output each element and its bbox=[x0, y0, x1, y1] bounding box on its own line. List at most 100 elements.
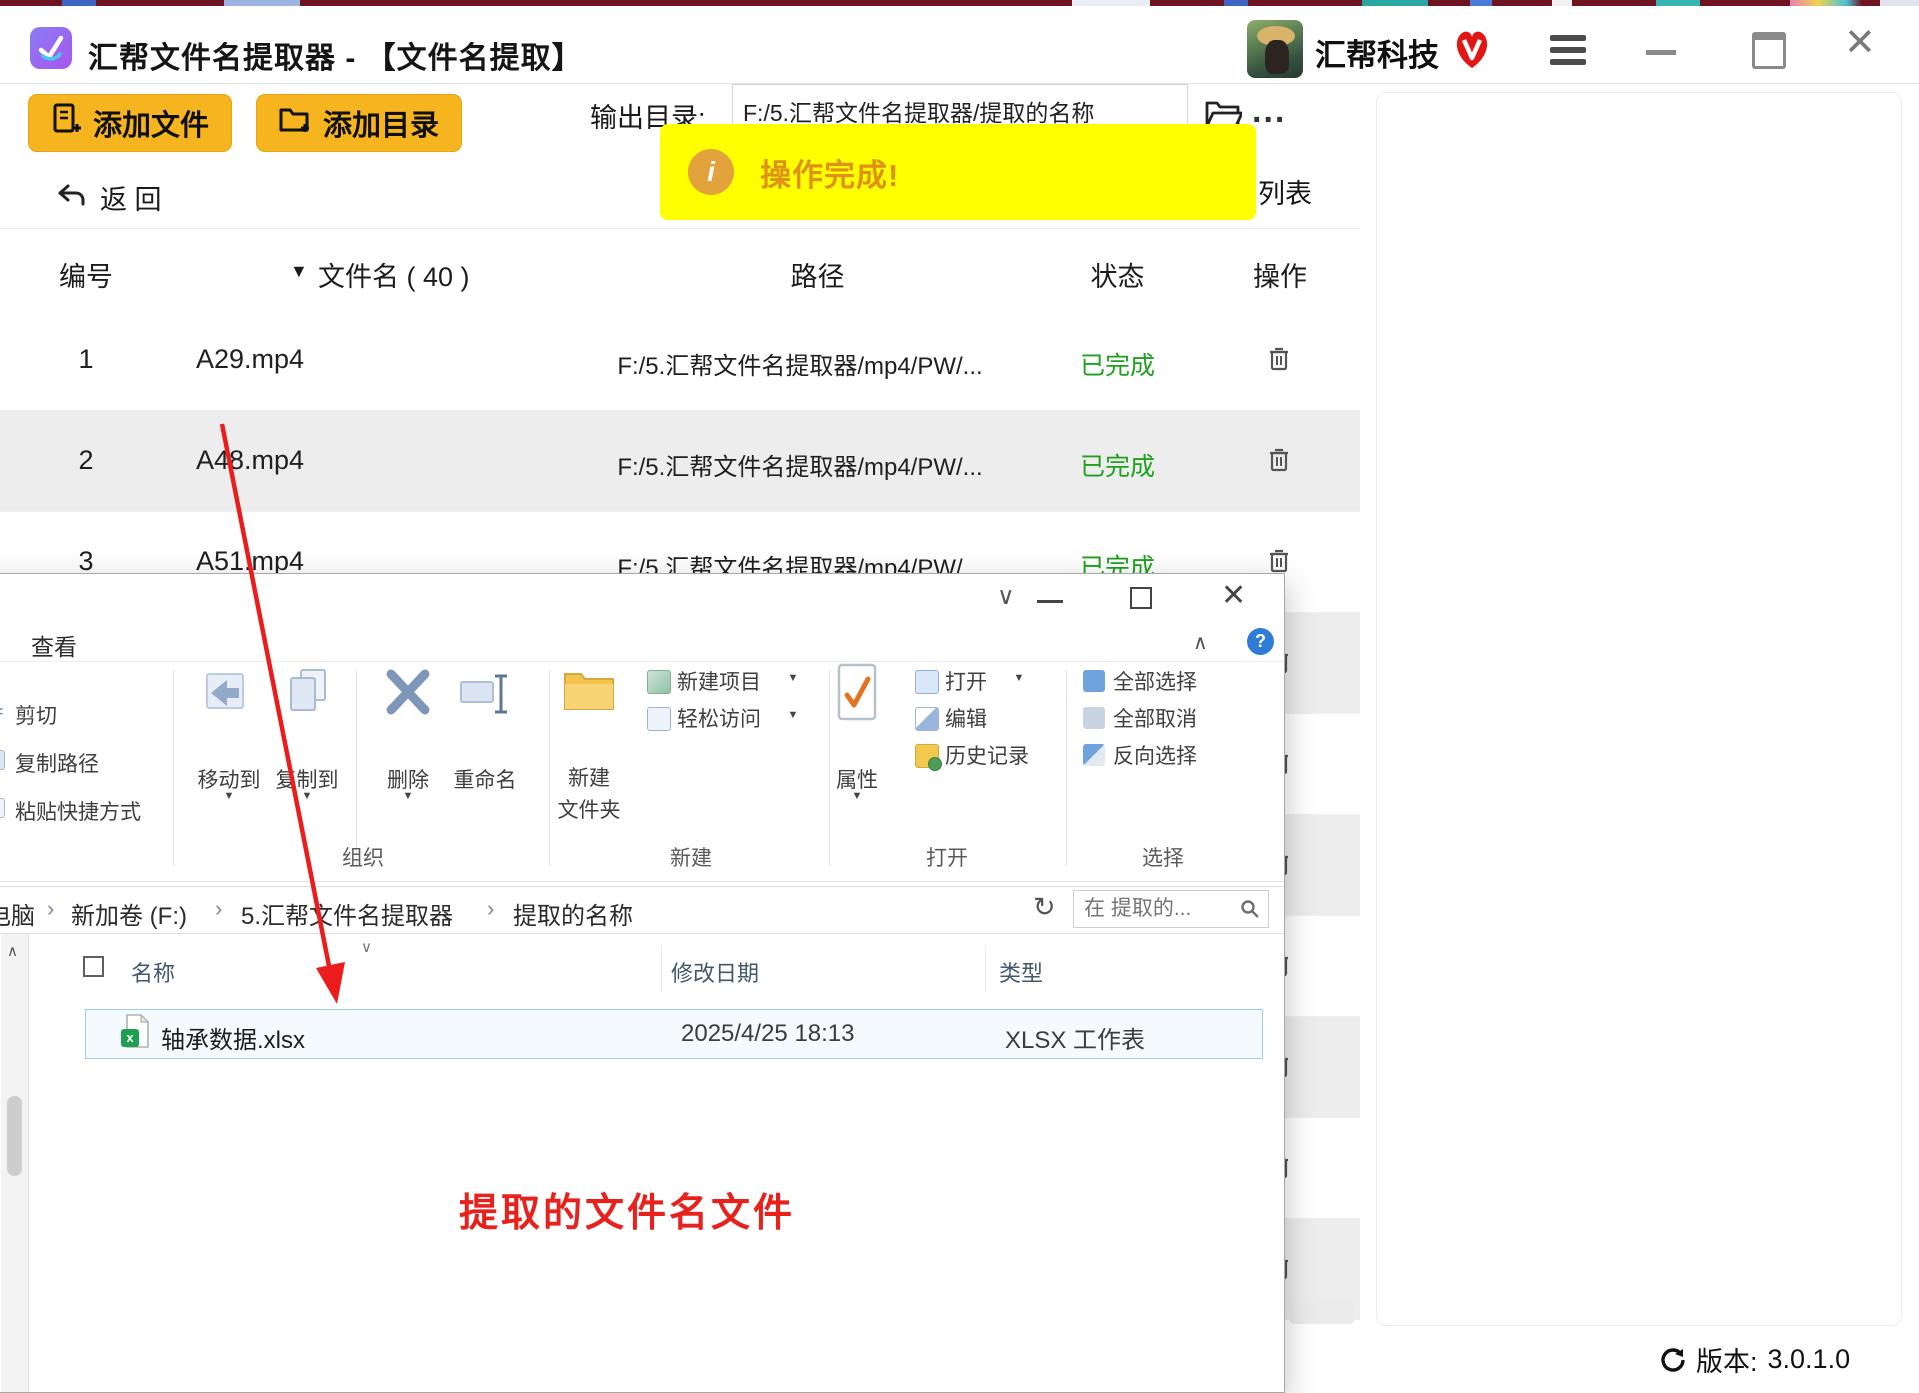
version-label: 版本: bbox=[1696, 1347, 1758, 1377]
row-index: 1 bbox=[78, 344, 94, 374]
app-titlebar: 汇帮文件名提取器 - 【文件名提取】 汇帮科技 ✕ bbox=[0, 6, 1919, 84]
row-status: 已完成 bbox=[1079, 352, 1155, 380]
minimize-button[interactable] bbox=[1646, 50, 1676, 55]
back-icon bbox=[56, 182, 86, 213]
copy-path-button[interactable]: 复制路径 bbox=[15, 748, 99, 778]
file-col-name[interactable]: 名称 bbox=[131, 956, 175, 988]
open-icon bbox=[915, 670, 939, 694]
group-organize: 组织 bbox=[342, 847, 384, 870]
row-index: 2 bbox=[78, 445, 94, 475]
new-folder-label2[interactable]: 文件夹 bbox=[558, 794, 621, 824]
history-icon bbox=[915, 744, 942, 771]
scrollbar-thumb[interactable] bbox=[7, 1096, 22, 1176]
easy-access-button[interactable]: 轻松访问 bbox=[677, 703, 761, 733]
paste-shortcut-icon bbox=[0, 798, 5, 818]
row-filename: A48.mp4 bbox=[196, 445, 305, 475]
select-all-button[interactable]: 全部选择 bbox=[1113, 666, 1197, 696]
table-scrollbar[interactable] bbox=[1290, 1300, 1354, 1324]
new-item-button[interactable]: 新建项目 bbox=[677, 666, 761, 696]
file-name[interactable]: 轴承数据.xlsx bbox=[161, 1020, 305, 1055]
move-to-icon[interactable] bbox=[199, 668, 249, 718]
select-none-icon bbox=[1083, 707, 1105, 729]
add-file-button[interactable]: 添加文件 bbox=[28, 94, 233, 152]
brand-name: 汇帮科技 bbox=[1315, 38, 1439, 73]
breadcrumb-drive[interactable]: 新加卷 (F:) bbox=[71, 896, 187, 931]
col-action: 操作 bbox=[1253, 262, 1307, 292]
invert-selection-button[interactable]: 反向选择 bbox=[1113, 740, 1197, 770]
maximize-button[interactable] bbox=[1752, 32, 1786, 69]
row-path: F:/5.汇帮文件名提取器/mp4/PW/... bbox=[617, 454, 983, 481]
row-path: F:/5.汇帮文件名提取器/mp4/PW/... bbox=[617, 353, 983, 380]
delete-row-icon[interactable] bbox=[1268, 447, 1290, 480]
sort-icon[interactable]: ▼ bbox=[290, 261, 308, 282]
breadcrumb-folder[interactable]: 5.汇帮文件名提取器 bbox=[241, 896, 453, 931]
add-folder-button[interactable]: 添加目录 bbox=[256, 94, 463, 152]
close-button[interactable]: ✕ bbox=[1844, 24, 1876, 62]
edit-icon bbox=[915, 707, 939, 731]
row-status: 已完成 bbox=[1079, 453, 1155, 481]
explorer-maximize-button[interactable] bbox=[1130, 587, 1152, 609]
vip-badge-icon[interactable] bbox=[1449, 26, 1495, 72]
add-folder-label: 添加目录 bbox=[323, 110, 440, 142]
app-title: 汇帮文件名提取器 - 【文件名提取】 bbox=[88, 42, 583, 75]
cut-button[interactable]: 剪切 bbox=[15, 700, 57, 730]
search-box[interactable] bbox=[1073, 890, 1269, 928]
new-item-icon bbox=[647, 670, 671, 694]
annotation-text: 提取的文件名文件 bbox=[459, 1192, 796, 1235]
copy-path-icon bbox=[0, 750, 5, 770]
scroll-up-icon[interactable]: ∧ bbox=[7, 942, 18, 960]
col-path: 路径 bbox=[790, 262, 845, 292]
search-icon bbox=[1241, 900, 1259, 918]
paste-shortcut-button[interactable]: 粘贴快捷方式 bbox=[15, 796, 141, 826]
add-folder-icon bbox=[279, 104, 311, 142]
toast: i 操作完成! bbox=[660, 124, 1256, 220]
invert-selection-icon bbox=[1083, 744, 1105, 766]
row-filename: A29.mp4 bbox=[196, 344, 305, 374]
app-logo-icon bbox=[30, 27, 72, 69]
properties-icon[interactable] bbox=[835, 663, 879, 721]
file-list-tab-fragment[interactable]: 列表 bbox=[1258, 172, 1312, 211]
version-row: 版本: 3.0.1.0 bbox=[1660, 1340, 1850, 1379]
refresh-icon[interactable] bbox=[1660, 1347, 1686, 1373]
explorer-minimize-button[interactable] bbox=[1037, 600, 1063, 603]
select-all-checkbox[interactable] bbox=[83, 956, 104, 977]
rename-label[interactable]: 重命名 bbox=[454, 764, 517, 794]
group-open: 打开 bbox=[926, 847, 968, 870]
ribbon-collapse-icon[interactable]: ∧ bbox=[1193, 630, 1208, 654]
col-status: 状态 bbox=[1090, 262, 1145, 292]
menu-view-tab[interactable]: 查看 bbox=[31, 628, 77, 662]
history-button[interactable]: 历史记录 bbox=[945, 740, 1029, 770]
address-dropdown-icon[interactable]: ∨ bbox=[997, 582, 1015, 610]
group-new: 新建 bbox=[670, 847, 712, 870]
refresh-address-icon[interactable]: ↻ bbox=[1033, 892, 1056, 923]
rename-icon[interactable] bbox=[459, 672, 511, 716]
select-none-button[interactable]: 全部取消 bbox=[1113, 703, 1197, 733]
select-all-icon bbox=[1083, 670, 1105, 692]
svg-text:x: x bbox=[126, 1030, 134, 1045]
file-col-modified[interactable]: 修改日期 bbox=[671, 956, 759, 988]
explorer-close-button[interactable]: ✕ bbox=[1221, 578, 1246, 613]
table-header: 编号 ▼ 文件名 ( 40 ) 路径 状态 操作 bbox=[0, 228, 1360, 312]
breadcrumb-computer[interactable]: 电脑 bbox=[0, 896, 35, 931]
delete-icon[interactable] bbox=[383, 666, 433, 718]
file-type: XLSX 工作表 bbox=[1005, 1027, 1146, 1054]
table-row: 1 A29.mp4 F:/5.汇帮文件名提取器/mp4/PW/... 已完成 bbox=[0, 310, 1360, 411]
help-icon[interactable]: ? bbox=[1247, 628, 1274, 655]
edit-button[interactable]: 编辑 bbox=[945, 703, 987, 733]
avatar[interactable] bbox=[1247, 20, 1303, 78]
open-button[interactable]: 打开 bbox=[945, 666, 987, 696]
copy-to-icon[interactable] bbox=[281, 666, 333, 718]
breadcrumb-current[interactable]: 提取的名称 bbox=[513, 896, 633, 931]
column-chevron-icon[interactable]: ∨ bbox=[361, 938, 372, 956]
menu-icon[interactable] bbox=[1550, 35, 1586, 65]
col-name[interactable]: 文件名 ( 40 ) bbox=[318, 255, 470, 294]
new-folder-icon[interactable] bbox=[563, 666, 615, 712]
search-input[interactable] bbox=[1082, 896, 1234, 922]
info-icon: i bbox=[688, 149, 734, 195]
new-folder-label1[interactable]: 新建 bbox=[568, 762, 610, 792]
add-file-label: 添加文件 bbox=[93, 110, 210, 142]
delete-row-icon[interactable] bbox=[1268, 346, 1290, 379]
back-button[interactable]: 返 回 bbox=[56, 178, 162, 217]
file-col-type[interactable]: 类型 bbox=[999, 956, 1043, 988]
more-options-button[interactable]: ... bbox=[1252, 92, 1286, 131]
